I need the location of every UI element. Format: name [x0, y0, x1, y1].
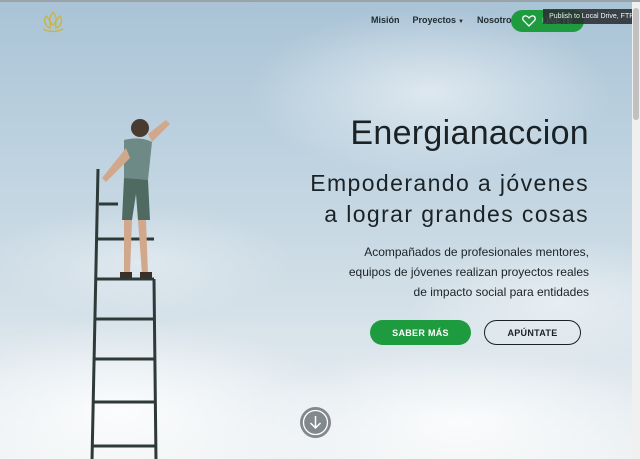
- scrollbar-thumb[interactable]: [633, 8, 639, 120]
- hero-description-line-3: de impacto social para entidades: [413, 285, 589, 299]
- caret-down-icon: ▼: [458, 19, 464, 25]
- hero-description: Acompañados de profesionales mentores, e…: [349, 242, 589, 302]
- flame-leaf-logo-icon[interactable]: [40, 11, 66, 33]
- boy-on-ladder-image: [90, 119, 170, 459]
- apuntate-button[interactable]: APÚNTATE: [484, 320, 581, 345]
- hero-subtitle-line-1: Empoderando a jóvenes: [310, 170, 589, 196]
- saber-mas-button[interactable]: SABER MÁS: [370, 320, 471, 345]
- main-nav: Misión Proyectos ▼ Nosotros: [371, 15, 517, 25]
- nav-item-mision[interactable]: Misión: [371, 15, 400, 25]
- nav-item-proyectos-label: Proyectos: [412, 15, 457, 25]
- page: Misión Proyectos▼ Nosotros ÚNETE Publish…: [0, 0, 640, 459]
- hero-subtitle: Empoderando a jóvenes a lograr grandes c…: [310, 168, 589, 230]
- hero-subtitle-line-2: a lograr grandes cosas: [324, 201, 589, 227]
- publish-tooltip: Publish to Local Drive, FTP: [543, 9, 640, 24]
- vertical-scrollbar[interactable]: [632, 2, 640, 459]
- hero-description-line-1: Acompañados de profesionales mentores,: [364, 245, 589, 259]
- nav-item-proyectos[interactable]: Proyectos ▼: [413, 15, 464, 25]
- arrow-down-circle-icon: [302, 409, 329, 436]
- scroll-down-button[interactable]: [300, 407, 331, 438]
- hero-title: Energianaccion: [350, 114, 589, 152]
- hero-description-line-2: equipos de jóvenes realizan proyectos re…: [348, 265, 589, 279]
- heart-icon: [522, 15, 537, 27]
